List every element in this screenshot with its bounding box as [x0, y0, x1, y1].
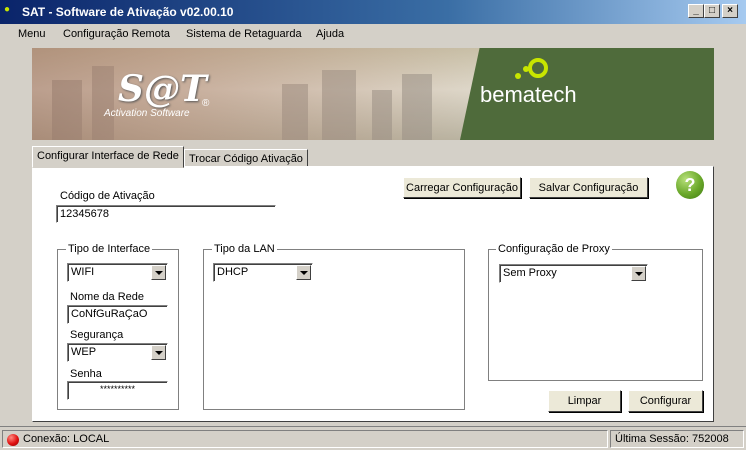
configure-button[interactable]: Configurar — [628, 390, 703, 412]
menu-item-remote-config[interactable]: Configuração Remota — [63, 28, 170, 40]
chevron-down-icon[interactable] — [151, 265, 166, 280]
interface-type-select[interactable]: WIFI — [67, 263, 168, 282]
chevron-down-icon[interactable] — [296, 265, 311, 280]
connection-status-panel: Conexão: LOCAL — [2, 430, 608, 448]
lan-type-title: Tipo da LAN — [212, 243, 277, 255]
activation-code-input[interactable]: 12345678 — [56, 205, 276, 223]
brand-name: bematech — [480, 82, 577, 107]
password-label: Senha — [70, 368, 102, 380]
close-button[interactable]: × — [722, 4, 738, 18]
lan-type-select[interactable]: DHCP — [213, 263, 313, 282]
connection-status: Conexão: LOCAL — [23, 433, 110, 445]
menu-item-back-office[interactable]: Sistema de Retaguarda — [186, 28, 302, 40]
load-config-button[interactable]: Carregar Configuração — [403, 177, 521, 198]
maximize-button[interactable]: □ — [704, 4, 720, 18]
help-icon[interactable]: ? — [676, 171, 704, 199]
app-icon: ● — [4, 4, 11, 15]
sat-logo-subtitle: Activation Software — [104, 108, 190, 119]
minimize-button[interactable]: _ — [688, 4, 704, 18]
tab-change-activation-code[interactable]: Trocar Código Ativação — [184, 149, 308, 167]
menu-bar: Menu Configuração Remota Sistema de Reta… — [0, 24, 746, 46]
tab-network-interface[interactable]: Configurar Interface de Rede — [32, 146, 184, 168]
security-label: Segurança — [70, 329, 124, 341]
sat-logo: S@T — [118, 68, 207, 110]
connection-status-icon — [7, 434, 19, 446]
status-bar: Conexão: LOCAL Última Sessão: 752008 — [0, 426, 746, 450]
proxy-select[interactable]: Sem Proxy — [499, 264, 648, 283]
save-config-button[interactable]: Salvar Configuração — [529, 177, 648, 198]
network-name-input[interactable]: CoNfGuRaÇaO — [67, 305, 168, 324]
network-name-label: Nome da Rede — [70, 291, 144, 303]
title-bar: ● SAT - Software de Ativação v02.00.10 _… — [0, 0, 746, 24]
proxy-config-title: Configuração de Proxy — [496, 243, 612, 255]
interface-type-title: Tipo de Interface — [66, 243, 153, 255]
password-input[interactable]: ********** — [67, 381, 168, 400]
clear-button[interactable]: Limpar — [548, 390, 621, 412]
last-session: Última Sessão: 752008 — [615, 433, 729, 445]
security-select[interactable]: WEP — [67, 343, 168, 362]
last-session-panel: Última Sessão: 752008 — [610, 430, 744, 448]
registered-mark: ® — [202, 98, 210, 109]
menu-item-menu[interactable]: Menu — [18, 28, 46, 40]
window-title: SAT - Software de Ativação v02.00.10 — [22, 5, 234, 19]
header-banner: bematech S@T ® Activation Software — [32, 48, 714, 140]
menu-item-help[interactable]: Ajuda — [316, 28, 344, 40]
chevron-down-icon[interactable] — [151, 345, 166, 360]
activation-code-label: Código de Ativação — [60, 190, 155, 202]
chevron-down-icon[interactable] — [631, 266, 646, 281]
